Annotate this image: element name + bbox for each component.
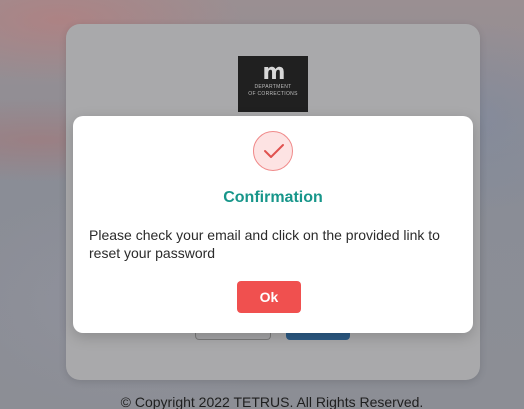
checkmark-icon xyxy=(253,131,293,171)
copyright-text: © Copyright 2022 TETRUS. All Rights Rese… xyxy=(120,394,424,409)
checkmark-glyph xyxy=(264,144,284,158)
logo-mark: m xyxy=(262,60,286,85)
logo-line-1: DEPARTMENT xyxy=(254,84,292,90)
ok-button[interactable]: Ok xyxy=(237,281,301,313)
logo-line-2: OF CORRECTIONS xyxy=(248,91,298,97)
modal-title: Confirmation xyxy=(223,189,323,206)
department-logo: m DEPARTMENT OF CORRECTIONS xyxy=(238,56,308,112)
modal-message: Please check your email and click on the… xyxy=(89,227,440,261)
confirmation-modal: Confirmation Please check your email and… xyxy=(73,116,473,333)
